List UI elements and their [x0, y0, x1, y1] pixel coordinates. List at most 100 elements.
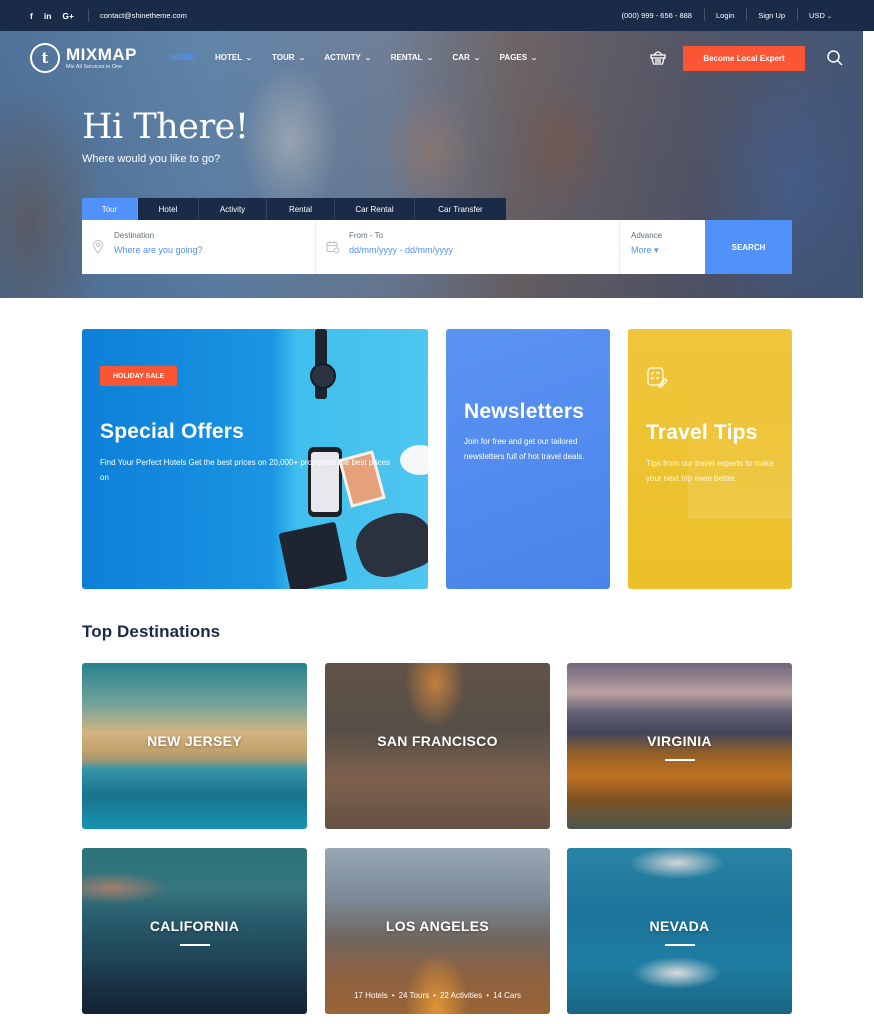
destination-field[interactable]: Destination Where are you going? [82, 220, 316, 274]
checklist-icon [647, 367, 668, 388]
login-link[interactable]: Login [703, 8, 746, 21]
destination-card-new-jersey[interactable]: NEW JERSEY [82, 663, 307, 829]
advance-more-toggle[interactable]: More ▾ [631, 245, 659, 256]
promo-title: Travel Tips [646, 421, 758, 444]
logo-tagline: Mix All Services in One [66, 64, 123, 70]
nav-item-home[interactable]: HOME [171, 53, 195, 62]
hotels-count[interactable]: 17 Hotels [354, 991, 388, 1000]
signup-link[interactable]: Sign Up [746, 8, 797, 21]
chevron-down-icon: ⌄ [529, 54, 539, 62]
tab-car-rental[interactable]: Car Rental [335, 198, 415, 220]
search-tabs: Tour Hotel Activity Rental Car Rental Ca… [82, 198, 506, 220]
advance-label: Advance [631, 231, 663, 240]
watch-image [310, 329, 336, 399]
destination-name: NEVADA [649, 918, 710, 934]
top-destinations-heading: Top Destinations [82, 622, 221, 641]
nav-item-rental[interactable]: RENTAL ⌄ [390, 53, 434, 62]
nav-label: ACTIVITY [324, 53, 361, 62]
chevron-down-icon: ⌄ [297, 54, 306, 62]
facebook-icon[interactable]: f [30, 11, 33, 21]
hero-title: Hi There! [82, 107, 249, 147]
currency-value: USD [809, 11, 825, 20]
google-plus-icon[interactable]: G+ [62, 11, 74, 21]
nav-label: HOTEL [215, 53, 243, 62]
holiday-sale-badge: HOLIDAY SALE [100, 366, 178, 386]
destination-name: VIRGINIA [647, 733, 712, 749]
top-bar-right: (000) 999 - 656 - 888 Login Sign Up USD … [610, 0, 844, 31]
nav-item-pages[interactable]: PAGES ⌄ [499, 53, 539, 62]
travel-tips-card[interactable]: Travel Tips Tips from our travel experts… [628, 329, 792, 589]
shopping-basket-icon[interactable] [649, 48, 667, 66]
title-underline [665, 944, 695, 946]
become-local-expert-button[interactable]: Become Local Expert [683, 46, 805, 71]
nav-label: TOUR [271, 53, 295, 62]
tab-activity[interactable]: Activity [199, 198, 267, 220]
toy-plane-image [400, 445, 428, 475]
currency-selector[interactable]: USD ⌄ [797, 8, 844, 21]
promo-text: Tips from our travel experts to make you… [646, 459, 774, 483]
passport-image [278, 521, 348, 589]
hero-subtitle: Where would you like to go? [82, 153, 221, 165]
destination-name: CALIFORNIA [149, 918, 240, 934]
promo-text: Join for free and get our tailored newsl… [464, 437, 585, 461]
nav-label: HOME [171, 53, 195, 62]
divider [88, 9, 89, 22]
chevron-down-icon: ⌄ [244, 54, 254, 62]
nav-label: RENTAL [390, 53, 423, 62]
chevron-down-icon: ⌄ [425, 54, 434, 62]
advance-field[interactable]: Advance More ▾ [620, 220, 705, 274]
newsletters-card[interactable]: Newsletters Join for free and get our ta… [446, 329, 610, 589]
destination-card-nevada[interactable]: NEVADA [567, 848, 792, 1014]
logo-name: MIXMAP [66, 45, 137, 64]
logo-icon: t [30, 43, 60, 73]
tab-rental[interactable]: Rental [267, 198, 335, 220]
search-button[interactable]: SEARCH [705, 220, 792, 274]
destination-card-san-francisco[interactable]: SAN FRANCISCO [325, 663, 550, 829]
tab-tour[interactable]: Tour [82, 198, 138, 220]
hero-banner: t MIXMAP Mix All Services in One HOME HO… [0, 31, 863, 298]
date-range-input[interactable]: dd/mm/yyyy - dd/mm/yyyy [349, 245, 453, 255]
separator-dot: • [486, 991, 489, 1000]
promo-text: Find Your Perfect Hotels Get the best pr… [100, 458, 391, 482]
chevron-down-icon: ⌄ [826, 14, 832, 20]
nav-item-activity[interactable]: ACTIVITY ⌄ [324, 53, 372, 62]
social-links: f in G+ [30, 0, 74, 31]
nav-label: PAGES [499, 53, 528, 62]
main-nav: HOME HOTEL ⌄ TOUR ⌄ ACTIVITY ⌄ RENTAL ⌄ CAR ⌄… [171, 53, 557, 62]
destination-name: NEW JERSEY [147, 733, 242, 749]
tab-hotel[interactable]: Hotel [138, 198, 199, 220]
contact-email-link[interactable]: contact@shinetheme.com [100, 0, 187, 31]
phone-number: (000) 999 - 656 - 888 [621, 11, 692, 20]
separator-dot: • [433, 991, 436, 1000]
destination-card-los-angeles[interactable]: LOS ANGELES 17 Hotels • 24 Tours • 22 Ac… [325, 848, 550, 1014]
destination-name: SAN FRANCISCO [377, 733, 498, 749]
cars-count[interactable]: 14 Cars [493, 991, 521, 1000]
special-offers-card[interactable]: HOLIDAY SALE Special Offers Find Your Pe… [82, 329, 428, 589]
nav-item-hotel[interactable]: HOTEL ⌄ [215, 53, 254, 62]
destination-card-california[interactable]: CALIFORNIA [82, 848, 307, 1014]
promo-title: Special Offers [100, 420, 245, 443]
separator-dot: • [391, 991, 395, 1000]
date-range-label: From - To [349, 231, 384, 240]
search-icon[interactable] [826, 49, 844, 67]
destination-input[interactable]: Where are you going? [114, 245, 203, 255]
tab-car-transfer[interactable]: Car Transfer [415, 198, 506, 220]
date-range-field[interactable]: From - To dd/mm/yyyy - dd/mm/yyyy [316, 220, 620, 274]
search-form: Destination Where are you going? From - … [82, 220, 792, 274]
title-underline [665, 759, 695, 761]
destination-card-virginia[interactable]: VIRGINIA [567, 663, 792, 829]
nav-label: CAR [452, 53, 470, 62]
title-underline [180, 944, 210, 946]
calendar-icon [326, 241, 340, 254]
nav-item-car[interactable]: CAR ⌄ [452, 53, 481, 62]
tours-count[interactable]: 24 Tours [399, 991, 430, 1000]
nav-item-tour[interactable]: TOUR ⌄ [271, 53, 306, 62]
linkedin-icon[interactable]: in [44, 11, 52, 21]
map-pin-icon [92, 240, 104, 254]
chevron-down-icon: ⌄ [472, 54, 481, 62]
background-image [688, 389, 792, 519]
destination-label: Destination [114, 231, 155, 240]
activities-count[interactable]: 22 Activities [440, 991, 482, 1000]
top-bar: f in G+ contact@shinetheme.com (000) 999… [0, 0, 874, 31]
logo[interactable]: t MIXMAP Mix All Services in One [30, 43, 137, 73]
